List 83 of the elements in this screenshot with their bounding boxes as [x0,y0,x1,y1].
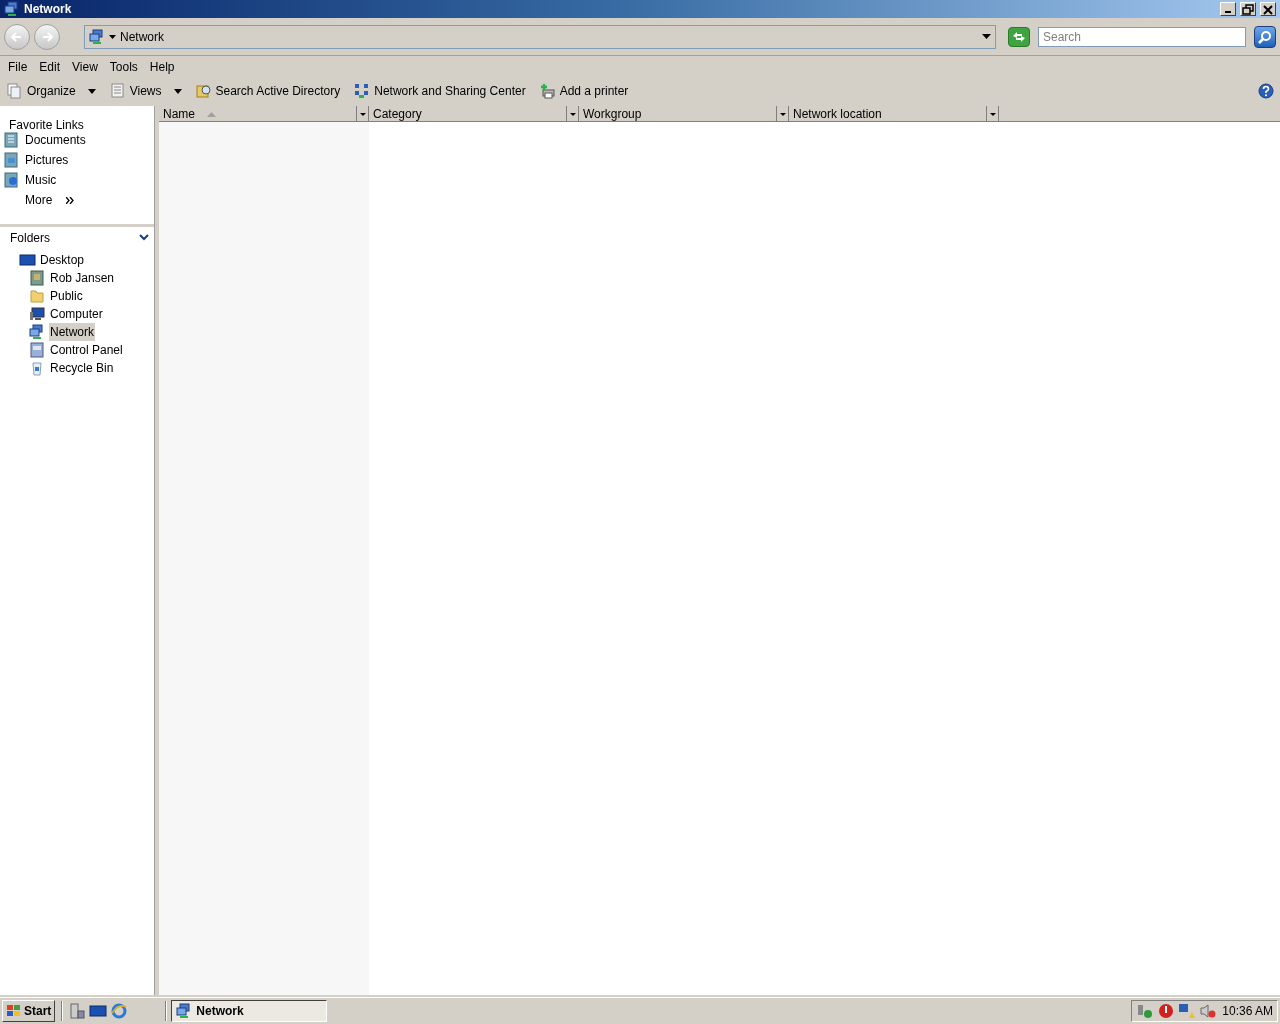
search-button[interactable] [1254,25,1276,48]
minimize-icon [1225,11,1231,13]
network-icon [4,1,20,17]
folder-magnifier-icon [195,83,212,99]
network-warning-icon[interactable] [1178,1003,1197,1019]
address-path: Network [120,28,165,46]
folder-tree-item[interactable]: Control Panel [49,341,124,359]
toolbar-button[interactable]: Views [106,80,185,102]
network-icon [89,28,105,45]
caret-icon [779,112,786,116]
clock: 10:36 AM [1222,1003,1273,1020]
close-icon [1261,3,1275,15]
column-header[interactable]: Category [369,106,579,122]
menu-item[interactable]: Tools [104,58,143,76]
caret-icon [173,88,182,94]
double-chevron-icon [66,196,75,204]
caret-icon [982,34,991,39]
menu-item[interactable]: File [3,58,33,76]
column-header[interactable]: Workgroup [579,106,789,122]
column-header[interactable]: Network location [789,106,999,122]
picture-file-icon [3,152,19,168]
menu-item[interactable]: Help [144,58,180,76]
caret-icon [109,34,116,39]
toolbar-button[interactable]: Network and Sharing Center [351,80,529,102]
folder-icon [29,288,46,304]
user-folder-icon [29,270,46,286]
list-view-icon [109,83,126,99]
section-heading: Favorite Links [8,117,85,130]
windows-logo-icon [6,1003,22,1019]
caret-icon [569,112,576,116]
monitor-icon [19,252,36,268]
refresh-button[interactable] [1008,26,1030,47]
control-panel-icon [29,342,46,358]
taskbar-button[interactable]: Network [171,1000,328,1022]
favorite-link[interactable]: Music [0,170,154,190]
search-icon [1258,29,1272,44]
address-field[interactable]: Network [84,24,996,49]
minimize-button[interactable] [1220,2,1236,16]
close-button[interactable] [1260,2,1276,16]
folder-tree-item[interactable]: Recycle Bin [49,359,115,377]
menu-item[interactable]: View [67,58,103,76]
folders-header[interactable]: Folders [0,224,154,248]
refresh-arrows-icon [1012,30,1026,43]
help-icon[interactable] [1258,83,1274,99]
restore-button[interactable] [1240,2,1256,16]
back-arrow-icon [10,29,24,44]
column-dropdown[interactable] [986,106,998,122]
folder-tree-item[interactable]: Public [49,287,84,305]
folder-tree-item[interactable]: Desktop [39,251,86,269]
caret-icon [989,112,996,116]
column-dropdown[interactable] [776,106,788,122]
caret-icon [359,112,366,116]
caret-icon [87,88,96,94]
toolbar-button[interactable]: Add a printer [536,80,632,102]
menu-item[interactable]: Edit [34,58,66,76]
music-file-icon [3,172,19,188]
document-icon [3,132,19,148]
folder-tree-item[interactable]: Computer [49,305,104,323]
server-icon[interactable] [69,1003,86,1019]
toolbar-button[interactable]: Organize [4,80,99,102]
toolbar-button[interactable]: Search Active Directory [192,80,344,102]
folder-tree-item[interactable]: Rob Jansen [49,269,116,287]
pages-icon [7,83,23,99]
column-dropdown[interactable] [566,106,578,122]
favorite-link[interactable]: Pictures [0,150,154,170]
folder-tree-item[interactable]: Network [49,323,95,341]
restore-icon [1241,3,1255,15]
plug-check-icon[interactable] [1136,1003,1155,1019]
speaker-muted-icon[interactable] [1200,1003,1217,1019]
forward-arrow-icon [40,29,54,44]
search-field[interactable]: Search [1038,26,1246,47]
favorite-link[interactable]: Documents [0,130,154,150]
more-link[interactable]: More [0,190,154,210]
network-nodes-icon [354,83,371,99]
alert-circle-icon[interactable] [1158,1003,1175,1019]
network-icon [29,324,46,340]
window-title: Network [24,1,73,18]
monitor-icon[interactable] [89,1003,108,1019]
start-button[interactable]: Start [2,1000,56,1022]
computer-icon [29,306,46,322]
browser-e-icon[interactable] [111,1003,128,1019]
network-icon [176,1003,193,1019]
printer-plus-icon [539,83,556,99]
